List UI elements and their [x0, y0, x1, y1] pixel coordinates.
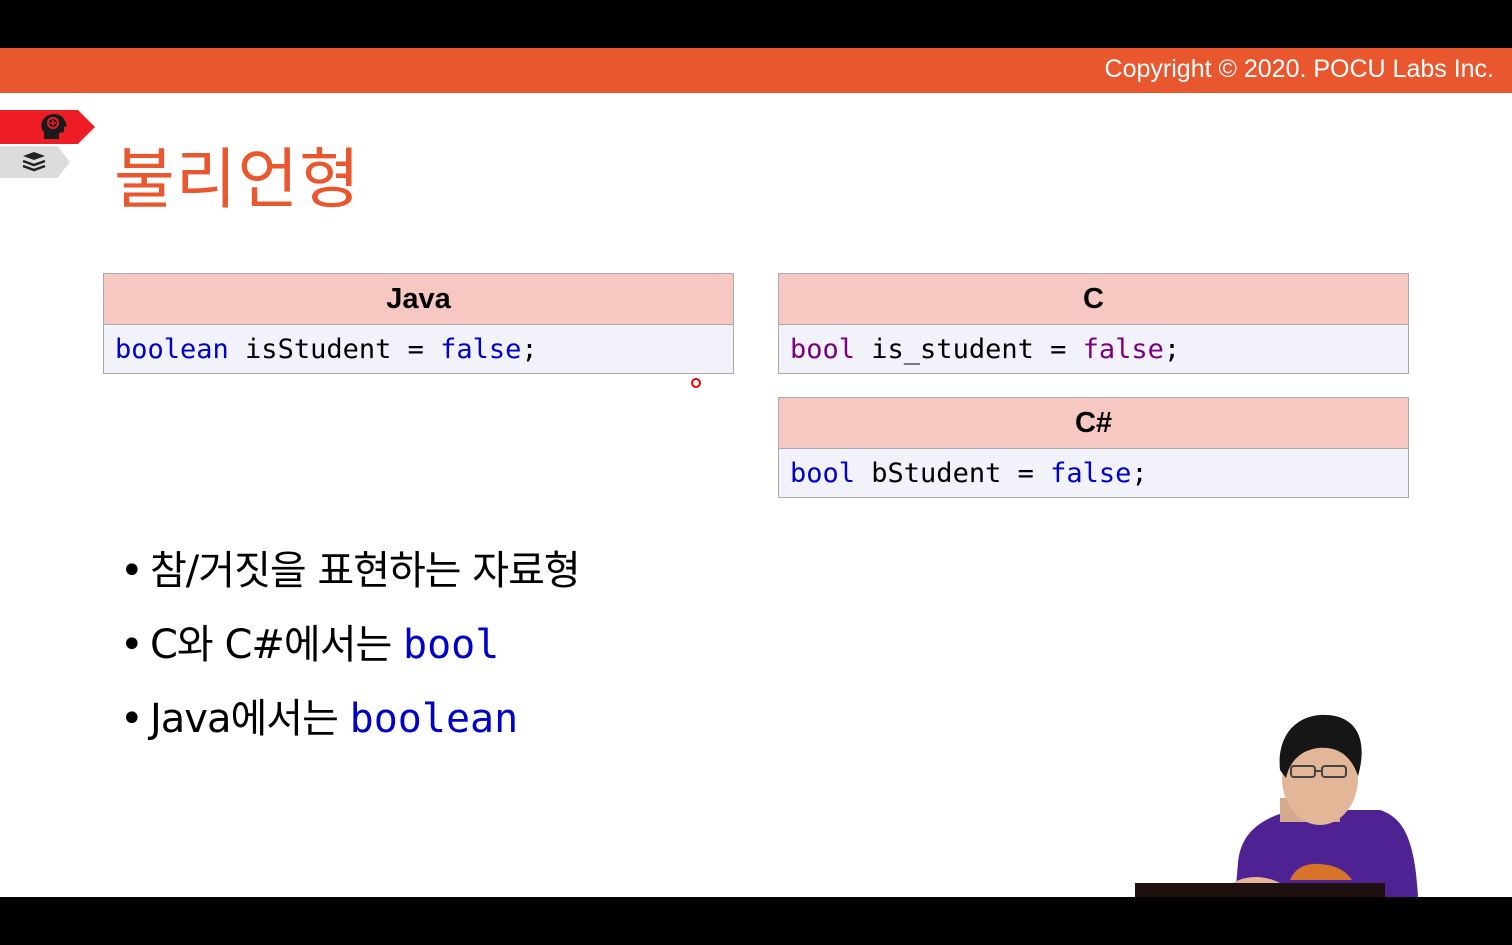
java-code-header: Java [104, 274, 733, 325]
csharp-code-header: C# [779, 398, 1408, 449]
java-semicolon: ; [521, 334, 538, 365]
bullet-code: bool [403, 622, 500, 668]
csharp-code-box: C# bool bStudent = false; [778, 397, 1409, 498]
c-semicolon: ; [1163, 334, 1181, 365]
csharp-code-line: bool bStudent = false; [779, 449, 1408, 497]
slide: Copyright © 2020. POCU Labs Inc. 불리언형 Ja… [0, 48, 1512, 897]
bullet-list: • 참/거짓을 표현하는 자료형 • C와 C#에서는 bool • Java에서는 … [120, 538, 581, 760]
c-code-header: C [779, 274, 1408, 325]
slide-title: 불리언형 [114, 141, 361, 218]
bullet-item: • C와 C#에서는 bool [120, 612, 580, 686]
bullet-item: • 참/거짓을 표현하는 자료형 [120, 538, 581, 612]
java-code-line: boolean isStudent = false; [104, 325, 733, 373]
csharp-type-keyword: bool [790, 458, 856, 489]
c-type-keyword: bool [790, 334, 856, 365]
presenter-video [1135, 714, 1418, 897]
java-false-literal: false [440, 334, 522, 365]
c-code-line: bool is_student = false; [779, 325, 1408, 373]
bullet-dot: • [120, 548, 144, 594]
header-bar: Copyright © 2020. POCU Labs Inc. [0, 48, 1512, 93]
java-declaration: isStudent = [228, 334, 441, 365]
c-code-box: C bool is_student = false; [778, 273, 1409, 374]
laser-pointer [691, 378, 701, 388]
java-code-box: Java boolean isStudent = false; [103, 273, 734, 374]
bullet-item: • Java에서는 boolean [120, 686, 580, 760]
bullet-dot: • [120, 696, 144, 742]
csharp-semicolon: ; [1131, 458, 1148, 489]
bullet-text: C와 C#에서는 [150, 622, 404, 668]
csharp-declaration: bStudent = [855, 458, 1051, 489]
bullet-code: boolean [349, 696, 519, 742]
book-stack-icon [22, 152, 46, 172]
c-false-literal: false [1082, 334, 1164, 365]
csharp-false-literal: false [1050, 458, 1132, 489]
java-type-keyword: boolean [115, 334, 229, 365]
bullet-dot: • [120, 622, 144, 668]
bullet-text: Java에서는 [150, 696, 350, 742]
bullet-text: 참/거짓을 표현하는 자료형 [150, 548, 581, 594]
c-declaration: is_student = [855, 334, 1083, 365]
brain-head-icon [41, 113, 67, 139]
copyright-text: Copyright © 2020. POCU Labs Inc. [1104, 55, 1494, 83]
